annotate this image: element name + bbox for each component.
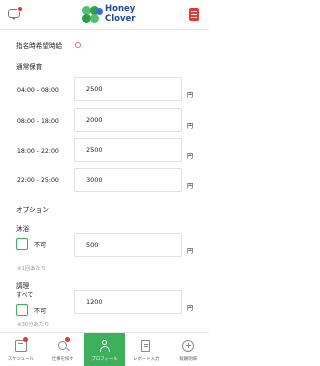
yen-unit: 円 [187, 92, 194, 99]
honey-clover-logo: Honey Clover [80, 4, 150, 26]
cooking-label: 調理 [16, 282, 30, 290]
cooking-rate-input[interactable]: 1200 [74, 290, 182, 314]
report-icon [141, 340, 151, 352]
bath-unavailable-checkbox[interactable] [16, 238, 28, 250]
logo-text-line2: Clover [105, 14, 136, 24]
notification-icon[interactable] [189, 8, 199, 21]
nav-label: 報酬明細 [179, 357, 197, 362]
bath-rate-input[interactable]: 500 [74, 233, 182, 257]
person-icon [99, 340, 111, 352]
rate-input[interactable]: 2500 [74, 138, 182, 162]
logo-text-line1: Honey [105, 4, 136, 14]
app-header: Honey Clover [0, 0, 209, 30]
time-range-label: 08:00 - 18:00 [17, 118, 59, 125]
clover-icon [80, 5, 103, 25]
yen-unit: 円 [187, 305, 194, 312]
nav-item-profile[interactable]: プロフィール [83, 333, 126, 366]
yen-unit: 円 [187, 183, 194, 190]
nav-item-payment[interactable]: 報酬明細 [167, 333, 209, 366]
nav-label: 仕事を探す [51, 357, 74, 362]
time-range-label: 04:00 - 08:00 [17, 87, 59, 94]
nav-item-find-jobs[interactable]: 仕事を探す [42, 333, 84, 366]
rate-input[interactable]: 2000 [74, 108, 182, 132]
time-range-label: 18:00 - 22:00 [17, 148, 59, 155]
profile-rates-content: 指名時希望時給 通常保育 04:00 - 08:00 2500 円 08:00 … [0, 30, 209, 330]
yen-unit: 円 [187, 153, 194, 160]
regular-care-title: 通常保育 [16, 63, 43, 71]
yen-unit: 円 [187, 123, 194, 130]
required-icon [74, 41, 81, 48]
yen-unit: 円 [187, 248, 194, 255]
cooking-unavailable-label: 不可 [34, 308, 47, 315]
nav-item-report[interactable]: レポート入力 [125, 333, 167, 366]
chat-badge [17, 6, 23, 12]
bottom-nav: スケジュール 仕事を探す プロフィール レポート入力 報酬明細 [0, 332, 209, 366]
nav-item-schedule[interactable]: スケジュール [0, 333, 42, 366]
cooking-unavailable-checkbox[interactable] [16, 304, 28, 316]
nav-label: プロフィール [91, 357, 118, 362]
nav-label: レポート入力 [133, 357, 160, 362]
jobs-badge [64, 337, 70, 342]
cooking-sublabel: すべて [16, 292, 34, 299]
bath-note: ※1回あたり [17, 266, 46, 272]
search-icon [57, 341, 67, 350]
bath-label: 沐浴 [16, 225, 30, 233]
options-title: オプション [16, 206, 49, 214]
bath-unavailable-label: 不可 [34, 242, 47, 249]
rate-input[interactable]: 3000 [74, 168, 182, 192]
rate-input[interactable]: 2500 [74, 77, 182, 101]
time-range-label: 22:00 - 25:00 [17, 177, 59, 184]
nav-label: スケジュール [7, 357, 34, 362]
section-title: 指名時希望時給 [16, 42, 63, 50]
schedule-badge [23, 337, 28, 342]
plus-circle-icon [182, 340, 195, 352]
cooking-note: ※30分あたり [17, 322, 50, 328]
chat-icon[interactable] [8, 6, 23, 20]
